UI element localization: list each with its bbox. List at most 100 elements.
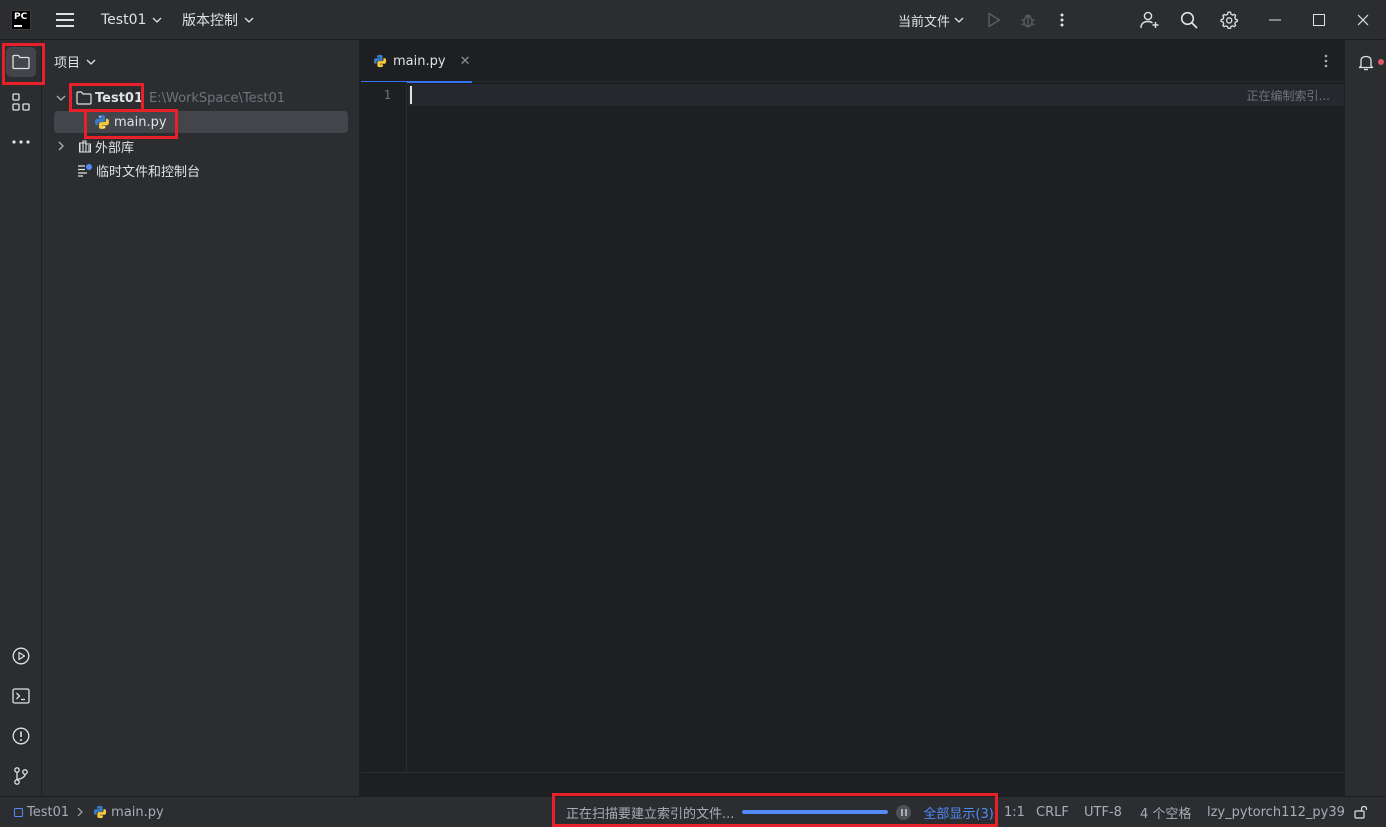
progress-bar-fill — [742, 810, 889, 814]
more-vertical-icon — [1060, 13, 1064, 27]
chevron-right-icon[interactable] — [58, 141, 64, 151]
breadcrumb-file[interactable]: main.py — [111, 805, 164, 820]
search-button[interactable] — [1176, 0, 1202, 40]
more-actions-button[interactable] — [1049, 0, 1075, 40]
main-menu-button[interactable] — [54, 0, 76, 40]
debug-button[interactable] — [1015, 0, 1041, 40]
logo-text: PC — [14, 12, 28, 22]
root-folder-name: Test01 — [95, 90, 144, 106]
gear-icon — [1220, 11, 1238, 29]
git-icon — [14, 767, 28, 785]
project-panel-header[interactable]: 项目 — [54, 52, 96, 71]
python-interpreter[interactable]: lzy_pytorch112_py39 — [1207, 797, 1345, 827]
file-encoding[interactable]: UTF-8 — [1084, 797, 1122, 827]
terminal-tool-button[interactable] — [6, 681, 36, 711]
title-bar: PC Test01 版本控制 当前文件 — [0, 0, 1386, 40]
editor-bottom-bar — [361, 772, 1344, 796]
project-panel: 项目 Test01 E:\WorkSpace\Test01 main.py 外部… — [42, 40, 360, 796]
maximize-icon — [1313, 14, 1325, 26]
chevron-down-icon — [86, 59, 96, 65]
show-all-link[interactable]: 全部显示(3) — [923, 803, 993, 822]
status-bar: Test01 main.py 正在扫描要建立索引的文件... 全部显示(3) 1… — [0, 796, 1386, 827]
file-name: main.py — [114, 114, 167, 130]
chevron-down-icon[interactable] — [56, 95, 66, 101]
structure-tool-button[interactable] — [6, 87, 36, 117]
tree-item-external-libraries[interactable]: 外部库 — [56, 135, 134, 157]
bell-icon — [1358, 55, 1374, 71]
folder-icon — [12, 54, 30, 70]
project-dropdown[interactable]: Test01 — [101, 0, 162, 40]
pause-button[interactable] — [896, 804, 912, 820]
vcs-label: 版本控制 — [182, 13, 238, 29]
right-tool-strip — [1344, 40, 1386, 796]
scratches-icon — [78, 164, 92, 177]
chevron-right-icon — [77, 807, 84, 817]
editor: main.py ✕ 1 正在编制索引... — [361, 40, 1344, 796]
python-file-icon — [94, 805, 107, 819]
pycharm-logo[interactable]: PC — [11, 10, 31, 30]
run-config-label: 当前文件 — [898, 14, 951, 30]
readonly-toggle[interactable] — [1354, 797, 1368, 827]
left-tool-strip — [0, 40, 42, 796]
run-tool-button[interactable] — [6, 641, 36, 671]
unlock-icon — [1354, 805, 1368, 819]
editor-tab-options-button[interactable] — [1324, 54, 1328, 68]
settings-button[interactable] — [1216, 0, 1242, 40]
run-button[interactable] — [981, 0, 1007, 40]
library-icon — [79, 140, 91, 153]
line-separator[interactable]: CRLF — [1036, 797, 1069, 827]
chevron-down-icon — [954, 17, 964, 23]
project-name: Test01 — [101, 12, 147, 28]
scanning-text: 正在扫描要建立索引的文件... — [566, 806, 735, 822]
project-tool-button[interactable] — [6, 47, 36, 77]
more-vertical-icon — [1324, 54, 1328, 68]
add-user-icon — [1140, 11, 1159, 29]
project-panel-title: 项目 — [54, 56, 81, 71]
caret-position[interactable]: 1:1 — [1004, 797, 1025, 827]
indexing-progress[interactable]: 正在扫描要建立索引的文件... 全部显示(3) — [566, 797, 994, 827]
chevron-down-icon — [244, 17, 254, 23]
chevron-down-icon — [152, 17, 162, 23]
hamburger-icon — [56, 13, 74, 27]
minimize-icon — [1269, 19, 1281, 21]
scratches-label: 临时文件和控制台 — [96, 164, 201, 180]
python-file-icon — [95, 115, 109, 129]
tab-main-py[interactable]: main.py ✕ — [361, 40, 472, 83]
breadcrumb-project[interactable]: Test01 — [27, 805, 69, 820]
progress-bar — [742, 810, 889, 814]
tree-item-main-py[interactable]: main.py — [54, 111, 348, 133]
indent-setting[interactable]: 4 个空格 — [1140, 797, 1191, 827]
problems-tool-button[interactable] — [6, 721, 36, 751]
more-icon — [12, 140, 30, 144]
notification-badge — [1378, 59, 1384, 65]
search-icon — [1180, 11, 1198, 29]
tree-item-root[interactable]: Test01 E:\WorkSpace\Test01 — [56, 87, 285, 109]
more-tools-button[interactable] — [6, 127, 36, 157]
folder-icon — [76, 91, 92, 105]
tree-item-scratches[interactable]: 临时文件和控制台 — [77, 159, 200, 181]
breadcrumb: Test01 main.py — [14, 797, 164, 827]
vcs-dropdown[interactable]: 版本控制 — [182, 0, 254, 40]
code-with-me-button[interactable] — [1137, 0, 1163, 40]
tab-close-icon[interactable]: ✕ — [460, 54, 471, 69]
line-number: 1 — [383, 88, 391, 102]
git-tool-button[interactable] — [6, 761, 36, 791]
root-folder-path: E:\WorkSpace\Test01 — [149, 90, 286, 106]
run-config-dropdown[interactable]: 当前文件 — [898, 0, 964, 40]
notifications-button[interactable] — [1351, 47, 1384, 77]
maximize-button[interactable] — [1306, 0, 1332, 40]
external-libraries-label: 外部库 — [95, 140, 135, 156]
close-window-button[interactable] — [1350, 0, 1376, 40]
close-icon — [1357, 14, 1369, 26]
text-caret — [410, 86, 412, 104]
play-icon — [988, 12, 1001, 28]
python-file-icon — [373, 54, 387, 68]
current-line-highlight[interactable] — [408, 84, 1344, 106]
indexing-hint: 正在编制索引... — [1238, 84, 1338, 106]
structure-icon — [12, 93, 30, 111]
module-icon — [14, 807, 23, 817]
line-number-gutter: 1 — [361, 82, 407, 772]
minimize-button[interactable] — [1262, 0, 1288, 40]
problems-icon — [12, 727, 30, 745]
terminal-icon — [12, 688, 30, 704]
